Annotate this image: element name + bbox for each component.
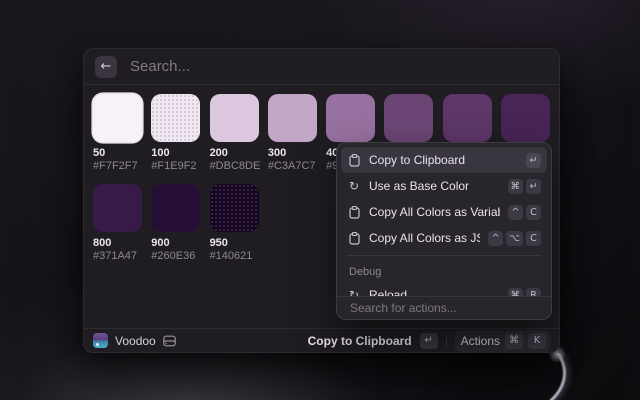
control-key-badge: ^ bbox=[488, 231, 503, 246]
menu-divider bbox=[347, 255, 541, 256]
swatch-shade-label: 300 bbox=[268, 147, 317, 159]
clipboard-icon bbox=[347, 232, 361, 245]
color-swatch-700[interactable] bbox=[501, 94, 550, 142]
menu-item-copy-variable-declarations[interactable]: Copy All Colors as Variable Declara... ^… bbox=[341, 199, 547, 225]
color-swatch-400[interactable] bbox=[326, 94, 375, 142]
swatch-shade-label: 200 bbox=[210, 147, 259, 159]
c-key-badge: C bbox=[526, 231, 541, 246]
option-key-badge: ⌥ bbox=[506, 231, 523, 246]
swatch-cell: 900 #260E36 bbox=[151, 184, 200, 263]
color-swatch-300[interactable] bbox=[268, 94, 317, 142]
back-button[interactable]: ← bbox=[95, 56, 117, 78]
swatch-shade-label: 50 bbox=[93, 147, 142, 159]
actions-menu-list: Copy to Clipboard ↵ ↻ Use as Base Color … bbox=[337, 143, 551, 296]
color-swatch-900[interactable] bbox=[151, 184, 200, 232]
primary-action-button[interactable]: Copy to Clipboard bbox=[308, 334, 412, 348]
return-key-badge: ↵ bbox=[526, 179, 541, 194]
search-bar: ← bbox=[84, 49, 559, 85]
command-key-badge: ⌘ bbox=[508, 179, 524, 194]
menu-item-copy-to-clipboard[interactable]: Copy to Clipboard ↵ bbox=[341, 147, 547, 173]
swatch-shade-label: 950 bbox=[210, 237, 259, 249]
app-name: Voodoo bbox=[115, 334, 156, 348]
menu-item-shortcut: ^ C bbox=[508, 205, 541, 220]
menu-item-label: Copy to Clipboard bbox=[369, 153, 518, 167]
swatch-hex-label: #140621 bbox=[210, 250, 259, 263]
menu-search-bar bbox=[337, 296, 551, 319]
swatch-hex-label: #260E36 bbox=[151, 250, 200, 263]
status-bar-separator bbox=[446, 334, 447, 347]
swatch-hex-label: #C3A7C7 bbox=[268, 160, 317, 173]
menu-item-shortcut: ⌘ ↵ bbox=[508, 179, 542, 194]
swatch-hex-label: #F1E9F2 bbox=[151, 160, 200, 173]
command-key-badge: ⌘ bbox=[505, 333, 523, 349]
actions-search-input[interactable] bbox=[348, 300, 540, 316]
return-key-badge: ↵ bbox=[420, 333, 438, 349]
menu-item-use-as-base-color[interactable]: ↻ Use as Base Color ⌘ ↵ bbox=[341, 173, 547, 199]
color-swatch-50[interactable] bbox=[93, 94, 142, 142]
clipboard-icon bbox=[347, 206, 361, 219]
menu-item-shortcut: ⌘ R bbox=[508, 288, 542, 297]
menu-item-label: Reload bbox=[369, 288, 500, 296]
swatch-hex-label: #371A47 bbox=[93, 250, 142, 263]
arrow-left-icon: ← bbox=[101, 59, 112, 74]
menu-section-debug: Debug bbox=[341, 260, 547, 282]
menu-item-label: Copy All Colors as JSON bbox=[369, 231, 480, 245]
swatch-shade-label: 100 bbox=[151, 147, 200, 159]
c-key-badge: C bbox=[526, 205, 541, 220]
color-swatch-950[interactable] bbox=[210, 184, 259, 232]
status-bar-actions: Copy to Clipboard ↵ Actions ⌘ K bbox=[308, 330, 550, 352]
rotate-icon: ↻ bbox=[347, 180, 361, 192]
voodoo-app-icon bbox=[93, 333, 108, 348]
swatch-cell: 800 #371A47 bbox=[93, 184, 142, 263]
actions-menu: Copy to Clipboard ↵ ↻ Use as Base Color … bbox=[336, 142, 552, 320]
menu-item-shortcut: ^ ⌥ C bbox=[488, 231, 541, 246]
k-key-badge: K bbox=[528, 333, 546, 349]
return-key-badge: ↵ bbox=[526, 153, 541, 168]
swatch-cell: 950 #140621 bbox=[210, 184, 259, 263]
rotate-icon: ↻ bbox=[347, 289, 361, 296]
actions-button[interactable]: Actions ⌘ K bbox=[455, 330, 550, 352]
command-key-badge: ⌘ bbox=[508, 288, 524, 297]
color-swatch-800[interactable] bbox=[93, 184, 142, 232]
color-swatch-500[interactable] bbox=[384, 94, 433, 142]
menu-item-shortcut: ↵ bbox=[526, 153, 541, 168]
swatch-hex-label: #DBC8DE bbox=[210, 160, 259, 173]
search-input[interactable] bbox=[128, 57, 548, 76]
menu-item-label: Copy All Colors as Variable Declara... bbox=[369, 205, 500, 219]
color-swatch-600[interactable] bbox=[443, 94, 492, 142]
clipboard-icon bbox=[347, 154, 361, 167]
swatch-cell: 300 #C3A7C7 bbox=[268, 94, 317, 173]
menu-item-label: Use as Base Color bbox=[369, 179, 500, 193]
color-swatch-200[interactable] bbox=[210, 94, 259, 142]
swatch-cell: 50 #F7F2F7 bbox=[93, 94, 142, 173]
swatch-cell: 200 #DBC8DE bbox=[210, 94, 259, 173]
light-arc bbox=[518, 353, 580, 400]
swatch-shade-label: 800 bbox=[93, 237, 142, 249]
drive-icon bbox=[163, 335, 176, 347]
status-bar: Voodoo Copy to Clipboard ↵ Actions ⌘ K bbox=[84, 328, 559, 352]
swatch-shade-label: 900 bbox=[151, 237, 200, 249]
swatch-hex-label: #F7F2F7 bbox=[93, 160, 142, 173]
actions-label: Actions bbox=[461, 334, 500, 348]
r-key-badge: R bbox=[526, 288, 541, 297]
menu-item-reload[interactable]: ↻ Reload ⌘ R bbox=[341, 282, 547, 296]
menu-item-copy-json[interactable]: Copy All Colors as JSON ^ ⌥ C bbox=[341, 225, 547, 251]
color-swatch-100[interactable] bbox=[151, 94, 200, 142]
swatch-cell: 100 #F1E9F2 bbox=[151, 94, 200, 173]
desktop-background: ← 50 #F7F2F7 100 #F1E9F2 200 # bbox=[0, 0, 640, 400]
control-key-badge: ^ bbox=[508, 205, 523, 220]
